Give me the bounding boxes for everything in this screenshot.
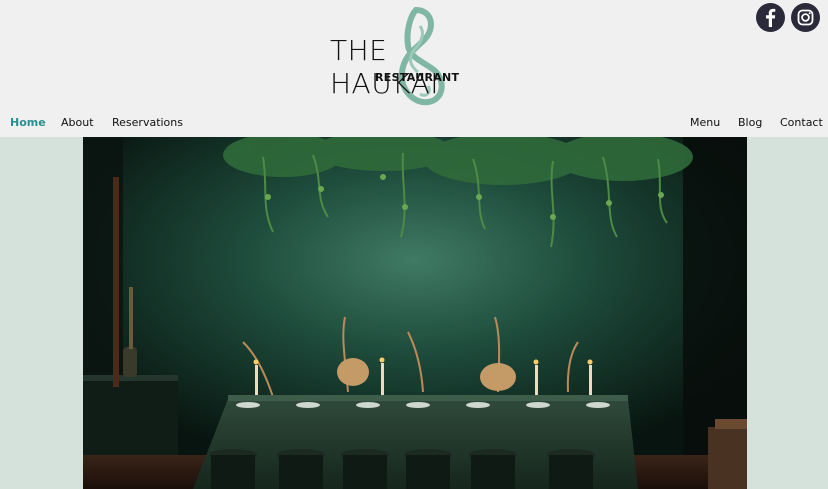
site-header: THE HAUKAI RESTAURANT Home About Reserva… bbox=[0, 0, 828, 137]
dining-room-illustration bbox=[83, 137, 747, 489]
nav-menu[interactable]: Menu bbox=[690, 116, 720, 129]
facebook-icon[interactable] bbox=[756, 3, 785, 32]
instagram-icon[interactable] bbox=[791, 3, 820, 32]
hero-section bbox=[0, 137, 828, 489]
hero-image bbox=[83, 137, 747, 489]
main-nav: Home About Reservations Menu Blog Contac… bbox=[0, 116, 828, 134]
nav-home[interactable]: Home bbox=[10, 116, 46, 129]
brand-subtitle: RESTAURANT bbox=[375, 71, 460, 84]
nav-blog[interactable]: Blog bbox=[738, 116, 762, 129]
nav-about[interactable]: About bbox=[61, 116, 94, 129]
brand-title: THE HAUKAI bbox=[330, 34, 439, 100]
nav-contact[interactable]: Contact bbox=[780, 116, 823, 129]
nav-reservations[interactable]: Reservations bbox=[112, 116, 183, 129]
social-links bbox=[756, 3, 820, 32]
logo[interactable]: THE HAUKAI RESTAURANT bbox=[330, 6, 502, 110]
